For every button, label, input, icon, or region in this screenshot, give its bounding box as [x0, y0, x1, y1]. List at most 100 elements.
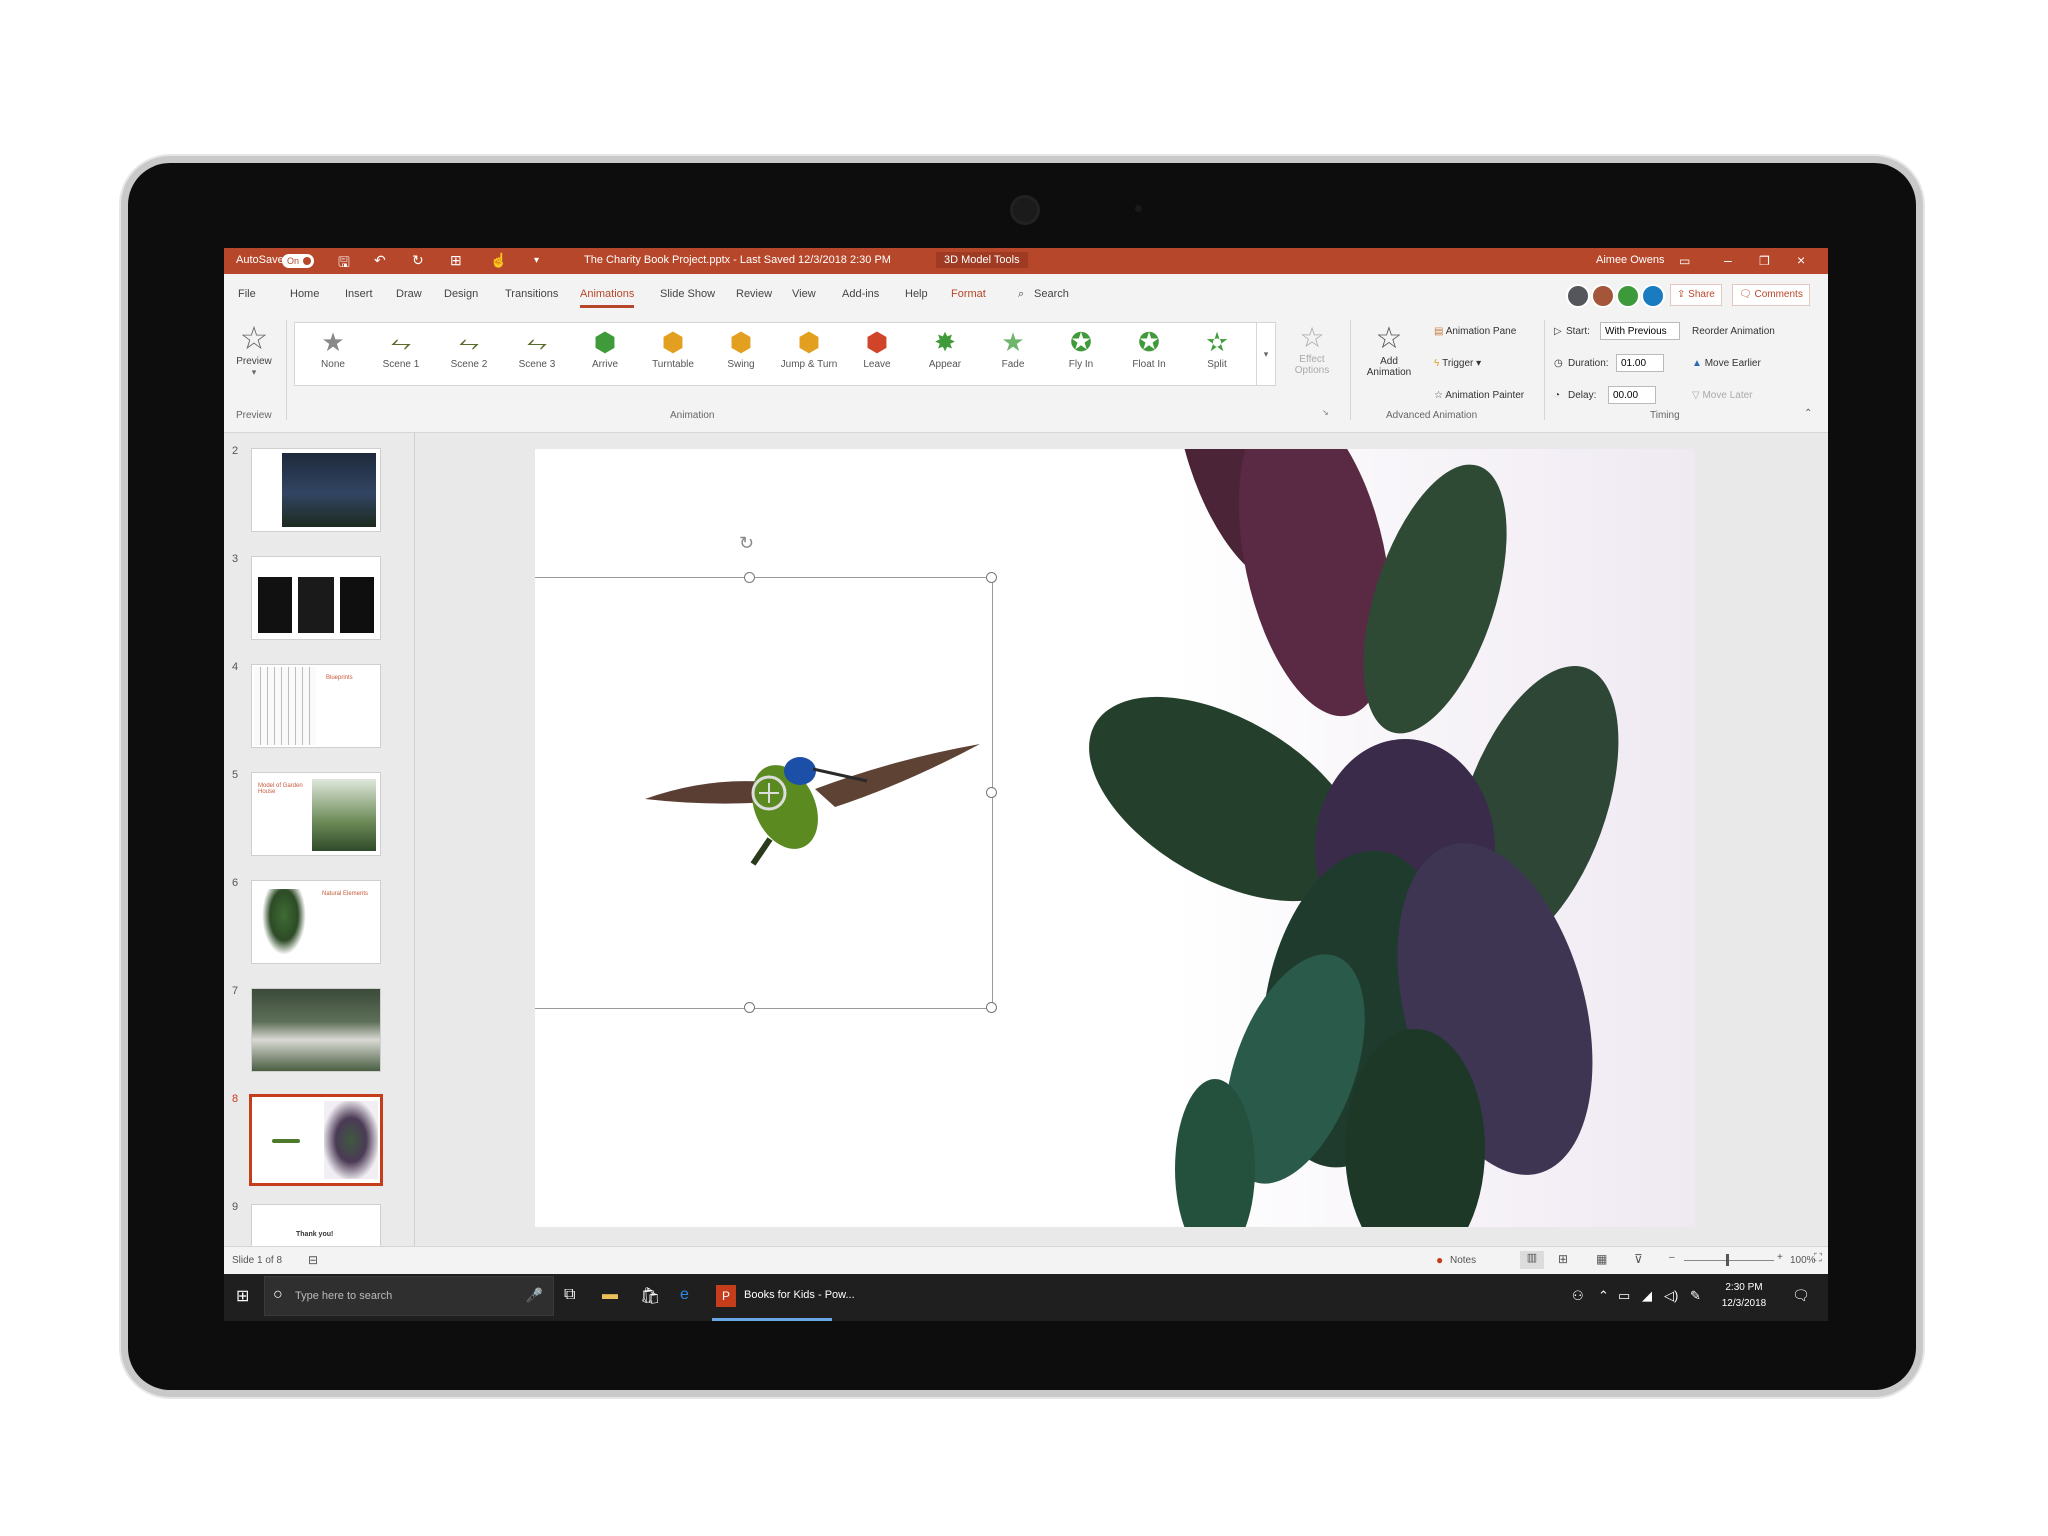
- resize-handle[interactable]: [986, 1002, 997, 1013]
- windows-start-icon[interactable]: ⊞: [236, 1286, 249, 1306]
- clock-time[interactable]: 2:30 PM: [1718, 1282, 1770, 1293]
- notes-icon[interactable]: ●: [1436, 1253, 1443, 1267]
- minimize-icon[interactable]: –: [1724, 252, 1732, 268]
- battery-icon[interactable]: ▭: [1618, 1288, 1630, 1304]
- store-icon[interactable]: 🛍: [640, 1286, 660, 1306]
- animation-fade[interactable]: ★ Fade: [979, 327, 1047, 381]
- fit-to-window-icon[interactable]: ⛶: [1814, 1252, 1822, 1265]
- file-explorer-icon[interactable]: ▬: [602, 1286, 618, 1304]
- resize-handle[interactable]: [744, 1002, 755, 1013]
- system-tray-chevron-icon[interactable]: ⌃: [1598, 1288, 1609, 1304]
- effect-options-button[interactable]: ☆ Effect Options: [1284, 322, 1340, 376]
- spelling-check-icon[interactable]: ⊟: [308, 1253, 318, 1267]
- collaborator-avatar[interactable]: [1566, 284, 1590, 308]
- slide-thumbnail[interactable]: Model of Garden House: [252, 773, 380, 855]
- pen-icon[interactable]: ✎: [1690, 1288, 1701, 1304]
- clock-date[interactable]: 12/3/2018: [1718, 1298, 1770, 1309]
- tab-file[interactable]: File: [238, 288, 256, 300]
- user-name[interactable]: Aimee Owens: [1596, 254, 1664, 266]
- resize-handle[interactable]: [986, 572, 997, 583]
- tab-view[interactable]: View: [792, 288, 816, 300]
- volume-icon[interactable]: ◁): [1664, 1288, 1678, 1304]
- animation-pane-button[interactable]: ▤ Animation Pane: [1434, 326, 1516, 337]
- task-view-icon[interactable]: ⧉: [564, 1286, 575, 1304]
- zoom-out-icon[interactable]: –: [1669, 1252, 1675, 1263]
- taskbar-search-box[interactable]: ○ Type here to search 🎤: [264, 1276, 554, 1316]
- animation-swing[interactable]: ⬢ Swing: [707, 327, 775, 381]
- trigger-button[interactable]: ϟ Trigger ▾: [1434, 358, 1481, 369]
- animation-turntable[interactable]: ⬢ Turntable: [639, 327, 707, 381]
- autosave-toggle[interactable]: On: [282, 254, 314, 268]
- animation-split[interactable]: ✫ Split: [1183, 327, 1251, 381]
- zoom-level[interactable]: 100%: [1790, 1255, 1816, 1266]
- search-label[interactable]: Search: [1034, 288, 1069, 300]
- animation-appear[interactable]: ✸ Appear: [911, 327, 979, 381]
- tab-animations[interactable]: Animations: [580, 288, 635, 308]
- slide-thumbnail-selected[interactable]: [252, 1097, 380, 1183]
- hummingbird-3d-model[interactable]: [635, 689, 1035, 889]
- tab-format[interactable]: Format: [951, 288, 986, 300]
- preview-button[interactable]: ☆ Preview ▾: [230, 320, 278, 378]
- undo-icon[interactable]: ↶: [374, 252, 386, 269]
- customize-toolbar-icon[interactable]: ▾: [534, 255, 539, 266]
- comments-button[interactable]: 🗨 Comments: [1732, 284, 1810, 306]
- start-dropdown[interactable]: With Previous: [1600, 322, 1680, 340]
- move-later-button[interactable]: ▽ Move Later: [1692, 390, 1753, 401]
- animation-scene-3[interactable]: ⥊ Scene 3: [503, 327, 571, 381]
- animation-none[interactable]: ★ None: [299, 327, 367, 381]
- search-icon[interactable]: ⌕: [1018, 288, 1024, 301]
- slide-thumbnail[interactable]: [252, 989, 380, 1071]
- network-icon[interactable]: ◢: [1642, 1288, 1652, 1304]
- slide-thumbnail[interactable]: Natural Elements: [252, 881, 380, 963]
- move-earlier-button[interactable]: ▲ Move Earlier: [1692, 358, 1761, 369]
- animation-leave[interactable]: ⬢ Leave: [843, 327, 911, 381]
- maximize-icon[interactable]: ❐: [1759, 254, 1770, 268]
- tab-insert[interactable]: Insert: [345, 288, 373, 300]
- close-icon[interactable]: ×: [1797, 252, 1805, 268]
- slide-sorter-icon[interactable]: ⊞: [1558, 1252, 1568, 1266]
- tab-help[interactable]: Help: [905, 288, 928, 300]
- reading-view-icon[interactable]: ▦: [1596, 1252, 1607, 1266]
- duration-field[interactable]: 01.00: [1616, 354, 1664, 372]
- edge-icon[interactable]: e: [680, 1286, 689, 1304]
- powerpoint-icon[interactable]: P: [716, 1285, 736, 1307]
- animation-scene-1[interactable]: ⥊ Scene 1: [367, 327, 435, 381]
- action-center-icon[interactable]: 🗨: [1792, 1287, 1810, 1304]
- add-animation-button[interactable]: ☆ Add Animation: [1354, 322, 1424, 378]
- tab-home[interactable]: Home: [290, 288, 319, 300]
- animation-float-in[interactable]: ✪ Float In: [1115, 327, 1183, 381]
- taskbar-app-label[interactable]: Books for Kids - Pow...: [744, 1289, 855, 1301]
- present-icon[interactable]: ⊞: [450, 252, 462, 269]
- collaborator-avatar[interactable]: [1591, 284, 1615, 308]
- tab-slide-show[interactable]: Slide Show: [660, 288, 715, 300]
- collaborator-avatar[interactable]: [1616, 284, 1640, 308]
- animation-arrive[interactable]: ⬢ Arrive: [571, 327, 639, 381]
- slide-thumbnail[interactable]: Thank you!: [252, 1205, 380, 1246]
- slideshow-view-icon[interactable]: ⊽: [1634, 1252, 1643, 1266]
- people-icon[interactable]: ⚇: [1572, 1288, 1584, 1304]
- save-icon[interactable]: 🖫: [338, 252, 350, 276]
- collapse-ribbon-icon[interactable]: ⌃: [1804, 408, 1812, 419]
- slide-thumbnail[interactable]: Blueprints: [252, 665, 380, 747]
- slide-thumbnail[interactable]: [252, 449, 380, 531]
- ribbon-display-icon[interactable]: ▭: [1679, 254, 1690, 268]
- tab-design[interactable]: Design: [444, 288, 478, 300]
- resize-handle[interactable]: [744, 572, 755, 583]
- touch-mode-icon[interactable]: ☝: [490, 252, 507, 269]
- gallery-more-icon[interactable]: ▾: [1256, 323, 1275, 385]
- tab-transitions[interactable]: Transitions: [505, 288, 558, 300]
- zoom-slider-thumb[interactable]: [1726, 1254, 1729, 1266]
- delay-field[interactable]: 00.00: [1608, 386, 1656, 404]
- tab-draw[interactable]: Draw: [396, 288, 422, 300]
- zoom-slider[interactable]: [1684, 1260, 1774, 1261]
- dialog-launcher-icon[interactable]: ↘: [1322, 408, 1329, 417]
- animation-scene-2[interactable]: ⥊ Scene 2: [435, 327, 503, 381]
- slide-thumbnail[interactable]: [252, 557, 380, 639]
- tab-add-ins[interactable]: Add-ins: [842, 288, 879, 300]
- redo-icon[interactable]: ↻: [412, 252, 424, 269]
- share-button[interactable]: ⇪ Share: [1670, 284, 1722, 306]
- collaborator-avatar[interactable]: [1641, 284, 1665, 308]
- animation-fly-in[interactable]: ✪ Fly In: [1047, 327, 1115, 381]
- notes-button[interactable]: Notes: [1450, 1255, 1476, 1266]
- tab-review[interactable]: Review: [736, 288, 772, 300]
